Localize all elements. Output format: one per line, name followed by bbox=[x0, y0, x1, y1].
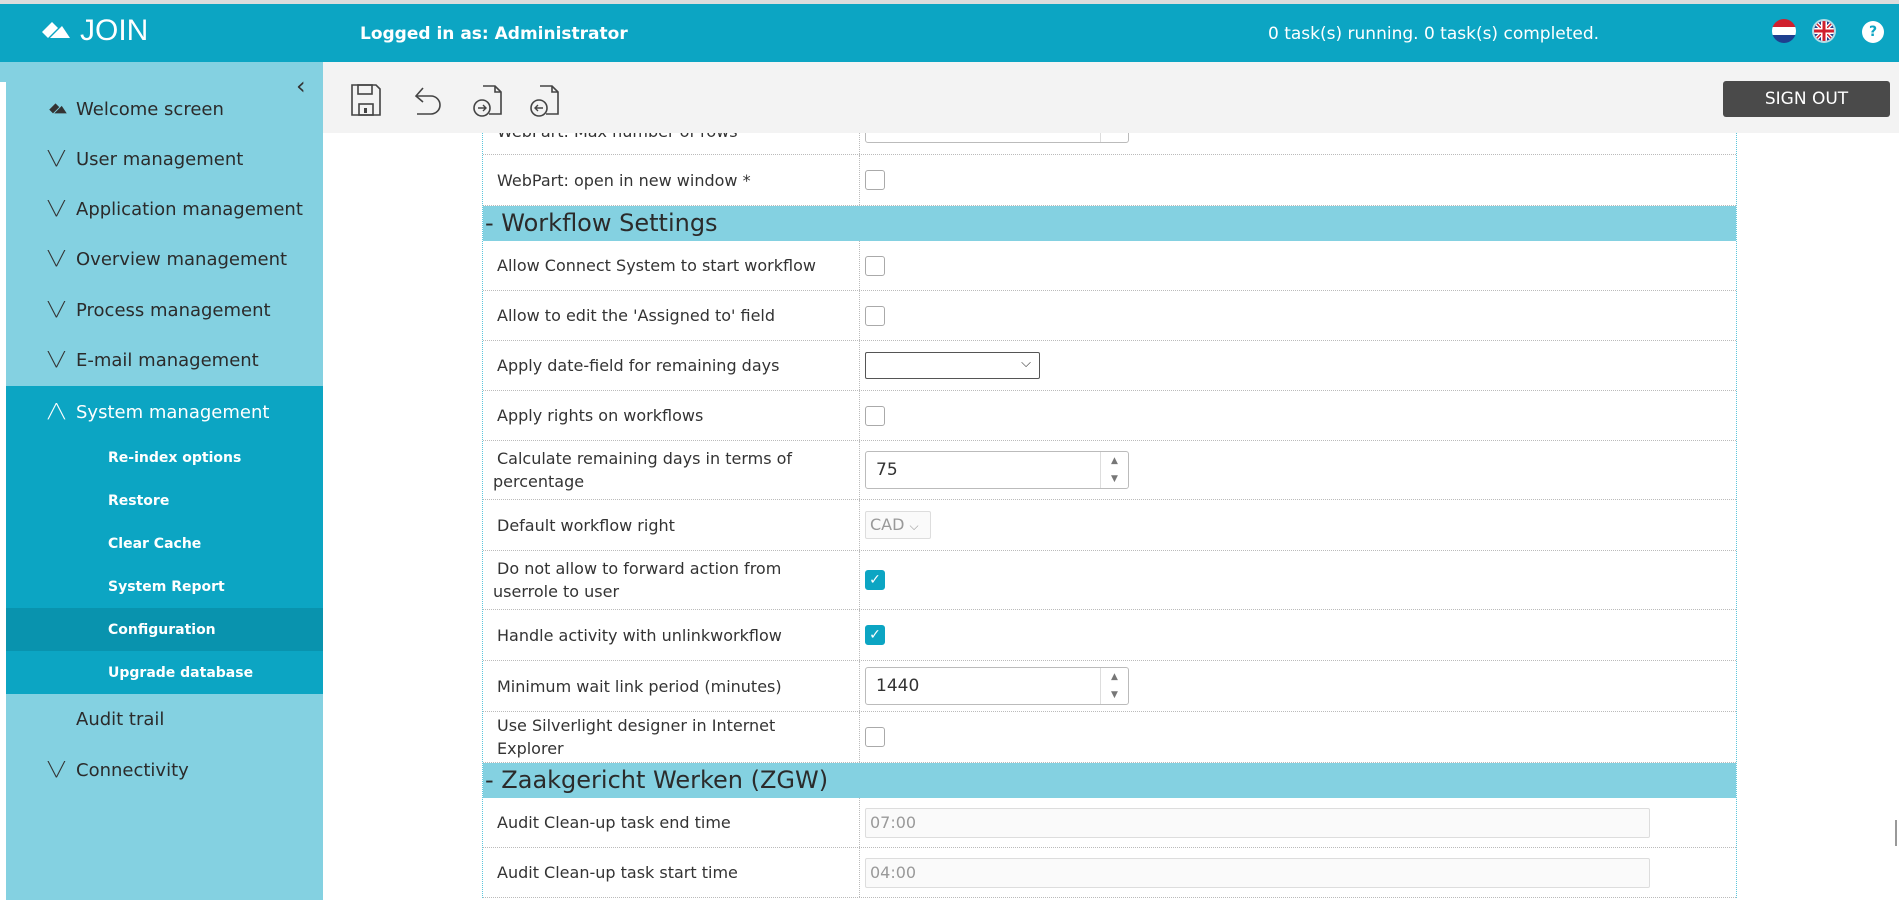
chevron-down-icon: ╲╱ bbox=[48, 251, 65, 267]
subitem-label: Clear Cache bbox=[108, 535, 202, 552]
sidebar-item-label: Overview management bbox=[76, 248, 288, 270]
webpart-new-window-checkbox[interactable] bbox=[865, 170, 885, 190]
chevron-down-icon: ╲╱ bbox=[48, 201, 65, 217]
sign-out-button[interactable]: SIGN OUT bbox=[1723, 81, 1890, 117]
chevron-down-icon: ╲╱ bbox=[48, 151, 65, 167]
logged-in-user: Logged in as: Administrator bbox=[360, 24, 628, 44]
sidebar-item-email-management[interactable]: ╲╱ E-mail management bbox=[6, 335, 323, 385]
help-icon[interactable]: ? bbox=[1862, 21, 1884, 43]
export-icon[interactable] bbox=[471, 82, 505, 118]
undo-icon[interactable] bbox=[411, 82, 445, 118]
input-value: 75 bbox=[876, 460, 898, 480]
subitem-label: Re-index options bbox=[108, 449, 242, 466]
import-icon[interactable] bbox=[528, 82, 562, 118]
save-icon[interactable] bbox=[349, 82, 383, 118]
app-name: JOIN bbox=[80, 14, 149, 47]
sidebar-subitem-upgrade-database[interactable]: Upgrade database bbox=[6, 651, 323, 694]
sidebar-subitem-restore[interactable]: Restore bbox=[6, 479, 323, 522]
sidebar: ‹ Welcome screen ╲╱ User management ╲╱ App… bbox=[0, 62, 323, 900]
chevron-down-icon: ⌵ bbox=[1021, 356, 1031, 371]
sidebar-subitem-clear-cache[interactable]: Clear Cache bbox=[6, 522, 323, 565]
minimum-wait-input[interactable]: 1440 ▲ ▼ bbox=[865, 667, 1129, 705]
section-header-workflow[interactable]: - Workflow Settings bbox=[483, 206, 1736, 241]
setting-row: Do not allow to forward action from user… bbox=[483, 551, 1736, 610]
app-header: JOIN Logged in as: Administrator 0 task(… bbox=[0, 4, 1899, 62]
subitem-label: System Report bbox=[108, 578, 225, 595]
sidebar-subitem-configuration[interactable]: Configuration bbox=[6, 608, 323, 651]
spinner-icon[interactable]: ▲ ▼ bbox=[1100, 452, 1128, 488]
select-value: CAD bbox=[870, 515, 905, 534]
silverlight-checkbox[interactable] bbox=[865, 727, 885, 747]
subitem-label: Restore bbox=[108, 492, 170, 509]
scrollbar[interactable] bbox=[1895, 820, 1897, 846]
setting-row: Apply rights on workflows bbox=[483, 391, 1736, 441]
chevron-down-icon: ╲╱ bbox=[48, 762, 65, 778]
subitem-label: Upgrade database bbox=[108, 664, 254, 681]
sidebar-item-process-management[interactable]: ╲╱ Process management bbox=[6, 285, 323, 335]
logo[interactable]: JOIN bbox=[40, 14, 148, 48]
sidebar-item-connectivity[interactable]: ╲╱ Connectivity bbox=[6, 745, 323, 795]
audit-end-time-input[interactable]: 07:00 bbox=[865, 807, 1650, 838]
percentage-input[interactable]: 75 ▲ ▼ bbox=[865, 451, 1129, 489]
sidebar-item-user-management[interactable]: ╲╱ User management bbox=[6, 134, 323, 184]
setting-row: Default workflow right CAD ⌵ bbox=[483, 500, 1736, 551]
sidebar-item-label: User management bbox=[76, 148, 244, 170]
chevron-down-icon: ⌵ bbox=[909, 519, 919, 533]
section-header-zgw[interactable]: - Zaakgericht Werken (ZGW) bbox=[483, 763, 1736, 798]
dutch-flag-icon[interactable] bbox=[1772, 19, 1796, 43]
sidebar-item-welcome[interactable]: Welcome screen bbox=[6, 84, 323, 134]
audit-start-time-input[interactable]: 04:00 bbox=[865, 857, 1650, 888]
english-flag-icon[interactable] bbox=[1812, 19, 1836, 43]
input-value: 1440 bbox=[876, 676, 920, 696]
subitem-label: Configuration bbox=[108, 621, 216, 638]
setting-row: Apply date-field for remaining days ⌵ bbox=[483, 341, 1736, 391]
sidebar-item-audit-trail[interactable]: Audit trail bbox=[6, 694, 323, 744]
no-forward-checkbox[interactable]: ✓ bbox=[865, 570, 885, 590]
sidebar-item-label: Application management bbox=[76, 198, 303, 220]
allow-connect-checkbox[interactable] bbox=[865, 255, 885, 276]
sidebar-item-application-management[interactable]: ╲╱ Application management bbox=[6, 184, 323, 234]
chevron-down-icon: ╲╱ bbox=[48, 302, 65, 318]
join-logo-icon bbox=[42, 22, 70, 38]
spinner-icon[interactable]: ▲ ▼ bbox=[1100, 668, 1128, 704]
sidebar-item-label: Connectivity bbox=[76, 759, 189, 781]
sidebar-item-overview-management[interactable]: ╲╱ Overview management bbox=[6, 234, 323, 284]
date-field-select[interactable]: ⌵ bbox=[865, 352, 1040, 379]
setting-row: Minimum wait link period (minutes) 1440 ▲ ▼ bbox=[483, 661, 1736, 712]
sidebar-item-label: Process management bbox=[76, 299, 271, 321]
sidebar-subitem-reindex[interactable]: Re-index options bbox=[6, 436, 323, 479]
chevron-down-icon: ╲╱ bbox=[48, 352, 65, 368]
join-logo-icon bbox=[49, 103, 67, 114]
sidebar-item-label: Audit trail bbox=[76, 708, 165, 730]
settings-table: WebPart: Max number of rows ▼ WebPart: o… bbox=[482, 115, 1737, 898]
setting-row: Audit Clean-up task start time 04:00 bbox=[483, 848, 1736, 898]
sidebar-item-system-management[interactable]: ╱╲ System management bbox=[6, 387, 323, 437]
setting-row: Allow to edit the 'Assigned to' field bbox=[483, 291, 1736, 341]
setting-row: Allow Connect System to start workflow bbox=[483, 241, 1736, 291]
setting-row: Handle activity with unlinkworkflow ✓ bbox=[483, 610, 1736, 661]
task-status: 0 task(s) running. 0 task(s) completed. bbox=[1268, 24, 1600, 44]
setting-row-webpart-new-window: WebPart: open in new window * bbox=[483, 155, 1736, 206]
apply-rights-checkbox[interactable] bbox=[865, 405, 885, 426]
chevron-up-icon: ╱╲ bbox=[48, 404, 65, 420]
sidebar-item-label: E-mail management bbox=[76, 349, 259, 371]
allow-edit-assigned-checkbox[interactable] bbox=[865, 305, 885, 326]
setting-row: Use Silverlight designer in Internet Exp… bbox=[483, 712, 1736, 763]
default-workflow-right-select[interactable]: CAD ⌵ bbox=[865, 511, 931, 539]
toolbar: SIGN OUT bbox=[323, 62, 1899, 133]
sidebar-item-label: Welcome screen bbox=[76, 98, 224, 120]
unlinkworkflow-checkbox[interactable]: ✓ bbox=[865, 625, 885, 645]
setting-row: Calculate remaining days in terms of per… bbox=[483, 441, 1736, 500]
sidebar-subitem-system-report[interactable]: System Report bbox=[6, 565, 323, 608]
setting-row: Audit Clean-up task end time 07:00 bbox=[483, 798, 1736, 848]
sidebar-item-label: System management bbox=[76, 401, 270, 423]
